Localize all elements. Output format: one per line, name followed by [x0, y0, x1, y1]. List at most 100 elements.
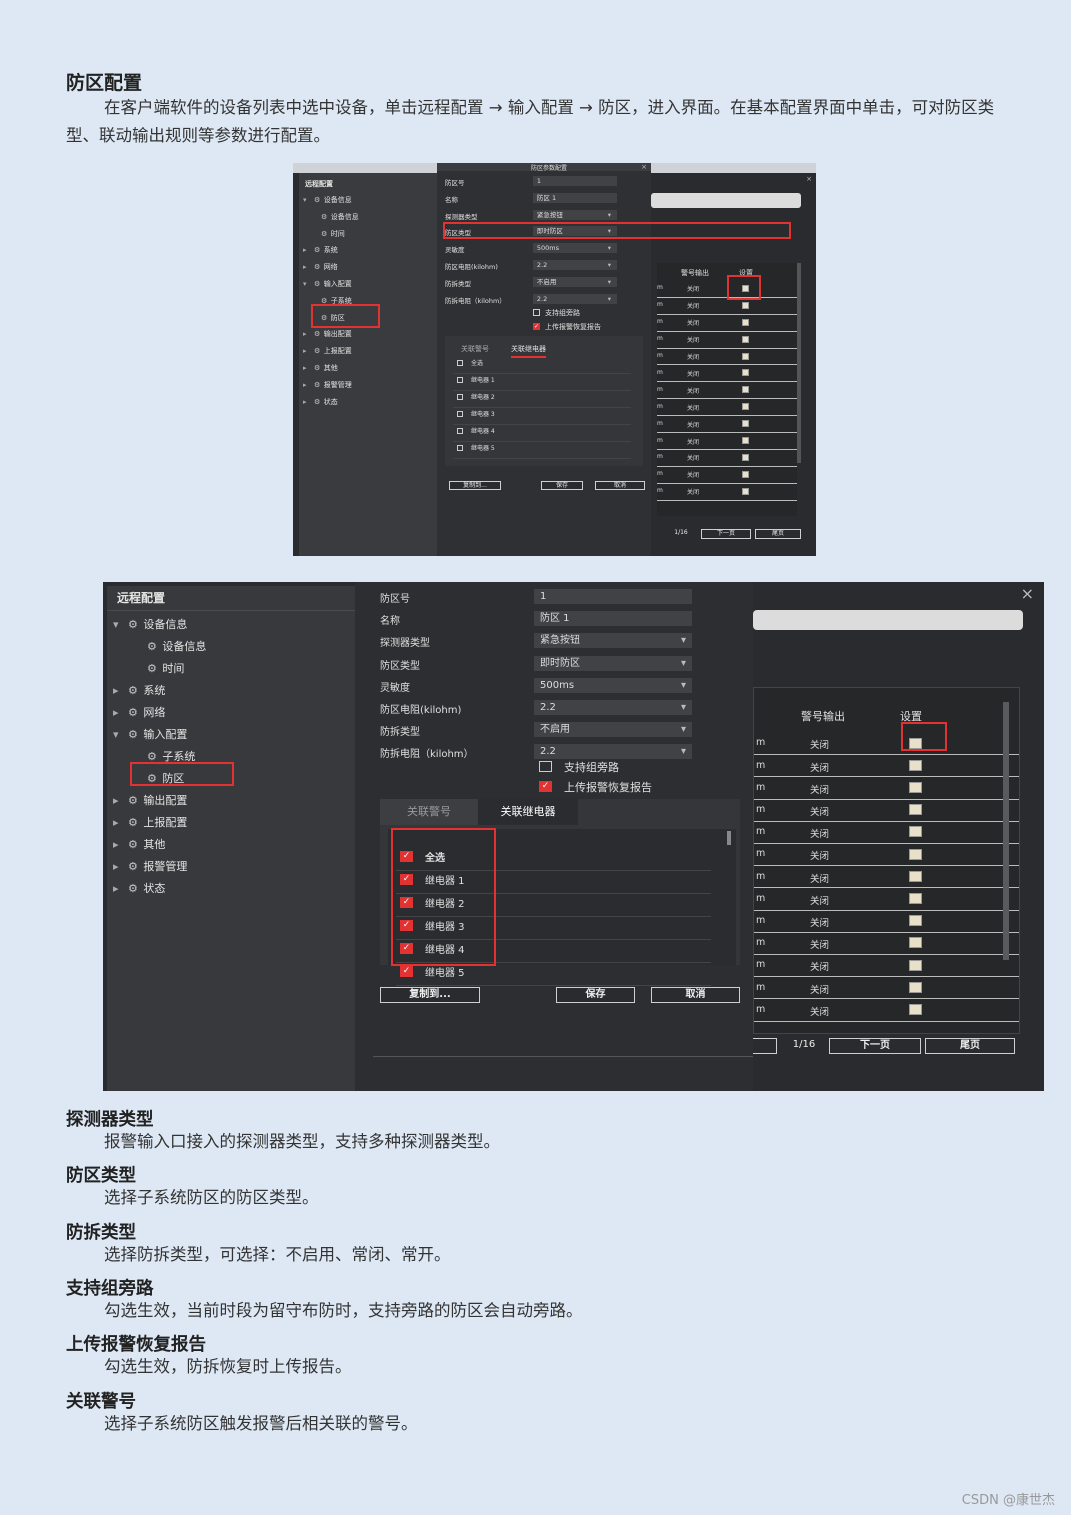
chevron-right-icon[interactable]: ▸: [113, 794, 128, 807]
edit-icon[interactable]: [742, 437, 749, 445]
fig1-relay-checkbox[interactable]: [457, 411, 463, 417]
fig2-relay-scrollbar[interactable]: [727, 831, 731, 845]
fig1-copy-button[interactable]: 复制到...: [449, 481, 501, 490]
fig2-tree-item[interactable]: ▸ ⚙ 报警管理: [113, 858, 187, 874]
chevron-right-icon[interactable]: ▸: [113, 882, 128, 895]
edit-icon[interactable]: [909, 848, 922, 860]
fig2-next-button[interactable]: 下一页: [829, 1038, 921, 1054]
fig1-save-button[interactable]: 保存: [541, 481, 583, 490]
fig2-tree-item[interactable]: ▸ ⚙ 系统: [113, 682, 165, 698]
chevron-right-icon[interactable]: ▸: [303, 263, 314, 271]
chevron-right-icon[interactable]: ▸: [113, 860, 128, 873]
fig1-tree-item[interactable]: ▸ ⚙ 输出配置: [303, 329, 352, 339]
fig2-select[interactable]: 2.2 ▾: [534, 744, 692, 760]
edit-icon[interactable]: [909, 804, 922, 816]
fig1-relay-checkbox[interactable]: [457, 377, 463, 383]
fig2-group-bypass-checkbox[interactable]: [539, 761, 552, 772]
fig2-save-button[interactable]: 保存: [556, 987, 635, 1003]
edit-icon[interactable]: [909, 959, 922, 971]
fig2-copy-button[interactable]: 复制到...: [380, 987, 480, 1003]
fig1-next-button[interactable]: 下一页: [701, 529, 751, 539]
fig2-prev-button[interactable]: [753, 1038, 777, 1054]
edit-icon[interactable]: [742, 318, 749, 326]
fig2-tree-item[interactable]: ▸ ⚙ 输出配置: [113, 792, 187, 808]
fig1-select[interactable]: 不启用 ▾: [533, 276, 617, 287]
chevron-right-icon[interactable]: ▸: [113, 816, 128, 829]
fig1-tree-item[interactable]: ▸ ⚙ 其他: [303, 363, 338, 373]
fig2-select[interactable]: 即时防区 ▾: [534, 655, 692, 671]
edit-icon[interactable]: [742, 403, 749, 411]
edit-icon[interactable]: [742, 335, 749, 343]
fig1-tab-relay[interactable]: 关联继电器: [511, 344, 546, 358]
edit-icon[interactable]: [742, 487, 749, 495]
chevron-right-icon[interactable]: ▸: [303, 381, 314, 389]
fig1-relay-checkbox[interactable]: [457, 445, 463, 451]
chevron-right-icon[interactable]: ▸: [303, 330, 314, 338]
close-icon[interactable]: ×: [641, 163, 647, 171]
fig2-last-button[interactable]: 尾页: [925, 1038, 1015, 1054]
fig2-select[interactable]: 500ms ▾: [534, 677, 692, 693]
edit-icon[interactable]: [909, 781, 922, 793]
edit-icon[interactable]: [742, 369, 749, 377]
edit-icon[interactable]: [742, 453, 749, 461]
fig2-select[interactable]: 2.2 ▾: [534, 700, 692, 715]
fig2-tab-relay[interactable]: 关联继电器: [478, 799, 578, 825]
chevron-down-icon[interactable]: ▾: [113, 618, 128, 631]
chevron-right-icon[interactable]: ▸: [303, 246, 314, 254]
edit-icon[interactable]: [909, 1003, 922, 1015]
edit-icon[interactable]: [742, 301, 749, 309]
fig1-tree-item[interactable]: ▸ ⚙ 系统: [303, 245, 338, 255]
fig2-tree-item[interactable]: ▾ ⚙ 输入配置: [113, 726, 187, 742]
fig1-select[interactable]: 2.2 ▾: [533, 260, 617, 270]
edit-icon[interactable]: [909, 937, 922, 949]
close-icon[interactable]: ×: [1021, 584, 1034, 603]
fig2-tree-item[interactable]: ⚙ 时间: [147, 660, 184, 676]
fig2-text-input[interactable]: 1: [534, 589, 692, 604]
fig1-tree-item[interactable]: ▾ ⚙ 输入配置: [303, 279, 352, 289]
fig2-cancel-button[interactable]: 取消: [651, 987, 740, 1003]
fig2-text-input[interactable]: 防区 1: [534, 611, 692, 627]
fig1-text-input[interactable]: 1: [533, 176, 617, 186]
edit-icon[interactable]: [909, 870, 922, 882]
chevron-right-icon[interactable]: ▸: [113, 706, 128, 719]
fig2-tree-item[interactable]: ▸ ⚙ 上报配置: [113, 814, 187, 830]
fig1-cancel-button[interactable]: 取消: [595, 481, 645, 490]
fig1-tree-item[interactable]: ▸ ⚙ 上报配置: [303, 346, 352, 356]
edit-icon[interactable]: [909, 759, 922, 771]
fig2-tree-item[interactable]: ▸ ⚙ 状态: [113, 880, 165, 896]
fig1-tree-item[interactable]: ⚙ 设备信息: [321, 212, 359, 222]
fig1-tree-item[interactable]: ▾ ⚙ 设备信息: [303, 195, 352, 205]
fig1-group-bypass-checkbox[interactable]: [533, 309, 540, 316]
edit-icon[interactable]: [909, 915, 922, 927]
edit-icon[interactable]: [909, 826, 922, 838]
chevron-right-icon[interactable]: ▸: [303, 347, 314, 355]
fig2-tree-item[interactable]: ▸ ⚙ 其他: [113, 836, 165, 852]
fig1-select[interactable]: 紧急按钮 ▾: [533, 209, 617, 220]
fig2-upload-recovery-checkbox[interactable]: ✓: [539, 781, 552, 792]
chevron-down-icon[interactable]: ▾: [113, 728, 128, 741]
chevron-right-icon[interactable]: ▸: [303, 364, 314, 372]
fig1-tab-siren[interactable]: 关联警号: [461, 344, 489, 354]
fig1-scrollbar[interactable]: [797, 263, 801, 463]
fig1-tree-item[interactable]: ▸ ⚙ 网络: [303, 262, 338, 272]
chevron-down-icon[interactable]: ▾: [303, 280, 314, 288]
fig1-relay-checkbox[interactable]: [457, 394, 463, 400]
edit-icon[interactable]: [909, 981, 922, 993]
fig2-tree-item[interactable]: ▾ ⚙ 设备信息: [113, 616, 187, 632]
fig2-scrollbar[interactable]: [1003, 702, 1009, 960]
edit-icon[interactable]: [909, 892, 922, 904]
fig1-tree-item[interactable]: ▸ ⚙ 报警管理: [303, 380, 352, 390]
fig1-relay-checkbox[interactable]: [457, 360, 463, 366]
edit-icon[interactable]: [742, 386, 749, 394]
fig2-relay-checkbox[interactable]: ✓: [400, 966, 413, 977]
fig2-select[interactable]: 不启用 ▾: [534, 722, 692, 738]
chevron-right-icon[interactable]: ▸: [113, 838, 128, 851]
fig2-select[interactable]: 紧急按钮 ▾: [534, 633, 692, 649]
chevron-right-icon[interactable]: ▸: [113, 684, 128, 697]
edit-icon[interactable]: [742, 470, 749, 478]
fig2-tree-item[interactable]: ⚙ 设备信息: [147, 638, 206, 654]
edit-icon[interactable]: [742, 352, 749, 360]
chevron-right-icon[interactable]: ▸: [303, 398, 314, 406]
fig2-tab-siren[interactable]: 关联警号: [380, 799, 478, 825]
chevron-down-icon[interactable]: ▾: [303, 196, 314, 204]
